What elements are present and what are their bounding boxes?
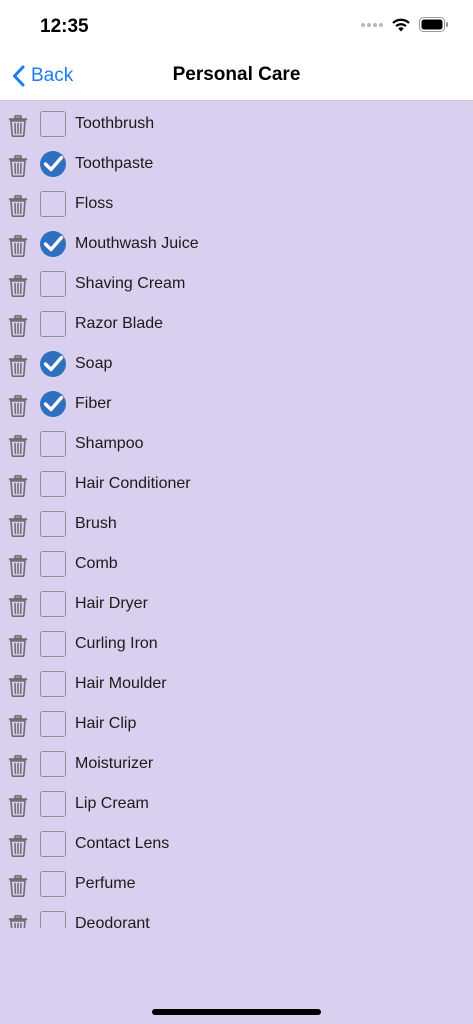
navigation-bar: Back Personal Care	[0, 50, 473, 101]
trash-icon[interactable]	[8, 195, 28, 217]
list-item: Deodorant	[0, 904, 473, 928]
item-label: Lip Cream	[75, 795, 149, 812]
item-label: Comb	[75, 555, 118, 572]
trash-icon[interactable]	[8, 315, 28, 337]
item-label: Floss	[75, 195, 114, 212]
list-item: Hair Moulder	[0, 664, 473, 704]
unchecked-checkbox[interactable]	[40, 711, 66, 737]
item-label: Perfume	[75, 875, 136, 892]
item-label: Moisturizer	[75, 755, 154, 772]
unchecked-checkbox[interactable]	[40, 311, 66, 337]
unchecked-checkbox[interactable]	[40, 191, 66, 217]
trash-icon[interactable]	[8, 715, 28, 737]
list-item: Razor Blade	[0, 304, 473, 344]
item-label: Brush	[75, 515, 117, 532]
list-item: Moisturizer	[0, 744, 473, 784]
unchecked-checkbox[interactable]	[40, 271, 66, 297]
trash-icon[interactable]	[8, 155, 28, 177]
checked-checkbox[interactable]	[40, 391, 66, 417]
item-label: Curling Iron	[75, 635, 158, 652]
list-item: Toothbrush	[0, 104, 473, 144]
trash-icon[interactable]	[8, 675, 28, 697]
item-label: Hair Moulder	[75, 675, 167, 692]
status-bar: 12:35	[0, 0, 473, 50]
trash-icon[interactable]	[8, 555, 28, 577]
item-label: Razor Blade	[75, 315, 164, 332]
unchecked-checkbox[interactable]	[40, 591, 66, 617]
trash-icon[interactable]	[8, 875, 28, 897]
status-time: 12:35	[40, 16, 89, 37]
trash-icon[interactable]	[8, 475, 28, 497]
unchecked-checkbox[interactable]	[40, 911, 66, 928]
unchecked-checkbox[interactable]	[40, 551, 66, 577]
list-item: Hair Conditioner	[0, 464, 473, 504]
item-label: Hair Conditioner	[75, 475, 191, 492]
checked-checkbox[interactable]	[40, 351, 66, 377]
trash-icon[interactable]	[8, 635, 28, 657]
trash-icon[interactable]	[8, 915, 28, 928]
trash-icon[interactable]	[8, 835, 28, 857]
list-item: Brush	[0, 504, 473, 544]
list-item: Contact Lens	[0, 824, 473, 864]
trash-icon[interactable]	[8, 595, 28, 617]
unchecked-checkbox[interactable]	[40, 831, 66, 857]
item-label: Soap	[75, 355, 113, 372]
list-item: Hair Clip	[0, 704, 473, 744]
item-list: Toothbrush Toothpaste Floss Mouthwash Juice…	[0, 104, 473, 928]
page-title: Personal Care	[172, 64, 301, 85]
checkmark-icon	[40, 391, 66, 417]
item-label: Shampoo	[75, 435, 144, 452]
item-label: Fiber	[75, 395, 112, 412]
unchecked-checkbox[interactable]	[40, 471, 66, 497]
unchecked-checkbox[interactable]	[40, 871, 66, 897]
checked-checkbox[interactable]	[40, 151, 66, 177]
list-item: Lip Cream	[0, 784, 473, 824]
trash-icon[interactable]	[8, 115, 28, 137]
trash-icon[interactable]	[8, 795, 28, 817]
trash-icon[interactable]	[8, 395, 28, 417]
trash-icon[interactable]	[8, 275, 28, 297]
trash-icon[interactable]	[8, 755, 28, 777]
list-item: Comb	[0, 544, 473, 584]
checkmark-icon	[40, 151, 66, 177]
item-label: Mouthwash Juice	[75, 235, 199, 252]
unchecked-checkbox[interactable]	[40, 671, 66, 697]
item-label: Deodorant	[75, 915, 150, 928]
unchecked-checkbox[interactable]	[40, 431, 66, 457]
signal-icon	[361, 22, 383, 27]
item-label: Shaving Cream	[75, 275, 186, 292]
list-item: Soap	[0, 344, 473, 384]
list-item: Shampoo	[0, 424, 473, 464]
list-item: Hair Dryer	[0, 584, 473, 624]
trash-icon[interactable]	[8, 515, 28, 537]
list-item: Curling Iron	[0, 624, 473, 664]
battery-icon	[419, 17, 448, 32]
checked-checkbox[interactable]	[40, 231, 66, 257]
item-label: Contact Lens	[75, 835, 170, 852]
list-item: Toothpaste	[0, 144, 473, 184]
trash-icon[interactable]	[8, 355, 28, 377]
list-item: Shaving Cream	[0, 264, 473, 304]
wifi-icon	[392, 18, 410, 32]
status-icons	[361, 17, 449, 32]
unchecked-checkbox[interactable]	[40, 751, 66, 777]
trash-icon[interactable]	[8, 235, 28, 257]
checkmark-icon	[40, 231, 66, 257]
list-item: Floss	[0, 184, 473, 224]
list-item: Mouthwash Juice	[0, 224, 473, 264]
item-label: Hair Clip	[75, 715, 137, 732]
home-indicator	[152, 1009, 321, 1015]
trash-icon[interactable]	[8, 435, 28, 457]
item-label: Toothpaste	[75, 155, 154, 172]
unchecked-checkbox[interactable]	[40, 631, 66, 657]
unchecked-checkbox[interactable]	[40, 111, 66, 137]
list-item: Perfume	[0, 864, 473, 904]
item-label: Hair Dryer	[75, 595, 148, 612]
item-label: Toothbrush	[75, 115, 155, 132]
unchecked-checkbox[interactable]	[40, 511, 66, 537]
list-item: Fiber	[0, 384, 473, 424]
unchecked-checkbox[interactable]	[40, 791, 66, 817]
checkmark-icon	[40, 351, 66, 377]
